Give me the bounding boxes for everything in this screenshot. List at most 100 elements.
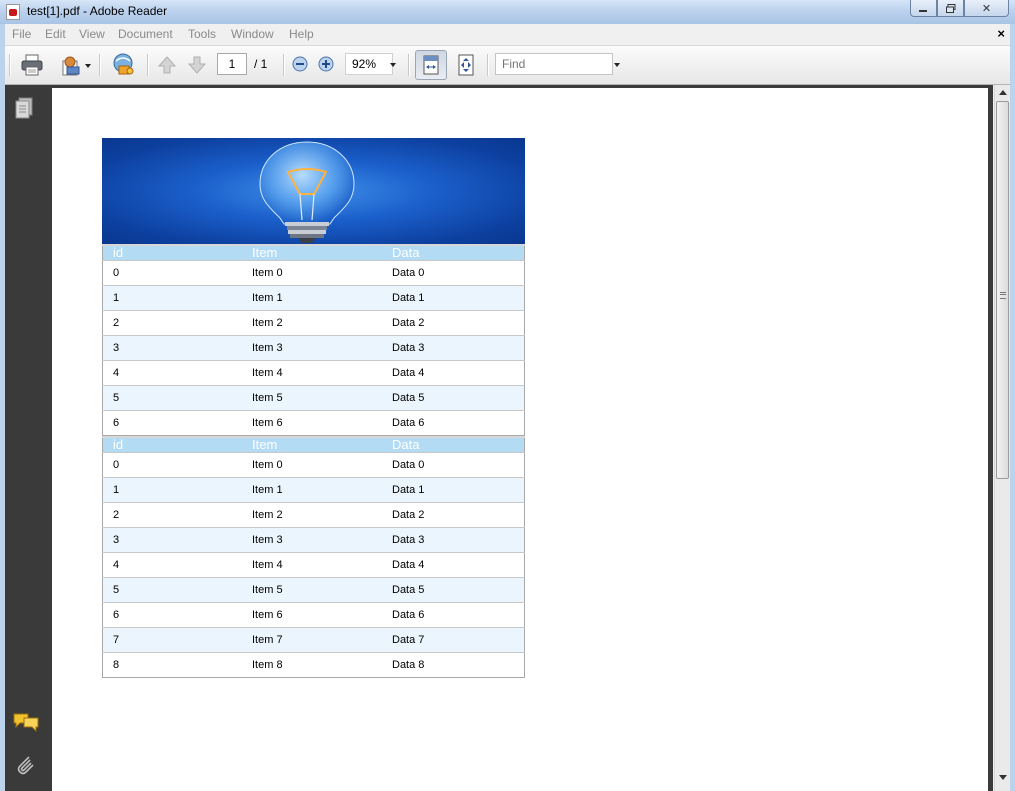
minimize-icon bbox=[919, 9, 927, 12]
scroll-down-arrow-icon[interactable] bbox=[999, 775, 1007, 780]
table-cell: Data 5 bbox=[382, 385, 525, 411]
table-row: 2 Item 2 Data 2 bbox=[102, 502, 525, 528]
toolbar: / 1 bbox=[5, 46, 1010, 85]
table-row: 4 Item 4 Data 4 bbox=[102, 360, 525, 386]
find-input[interactable] bbox=[495, 53, 613, 75]
table-cell: Data 2 bbox=[382, 310, 525, 336]
table-cell: Item 0 bbox=[242, 260, 382, 286]
table-cell: Item 4 bbox=[242, 360, 382, 386]
toolbar-separator bbox=[147, 54, 149, 76]
table-cell: Data 4 bbox=[382, 360, 525, 386]
adobe-pdf-icon bbox=[6, 4, 20, 20]
table-header-row: id Item Data bbox=[102, 244, 525, 261]
table-cell: Item 6 bbox=[242, 602, 382, 628]
table-cell: Item 2 bbox=[242, 502, 382, 528]
table-cell: Item 0 bbox=[242, 452, 382, 478]
table-cell: Item 1 bbox=[242, 285, 382, 311]
vertical-scrollbar[interactable] bbox=[994, 85, 1010, 791]
title-bar: test[1].pdf - Adobe Reader ✕ bbox=[0, 0, 1015, 24]
table-cell: Item 2 bbox=[242, 310, 382, 336]
toolbar-separator bbox=[99, 54, 101, 76]
menu-document[interactable]: Document bbox=[118, 27, 173, 41]
scroll-up-arrow-icon[interactable] bbox=[999, 90, 1007, 95]
table-cell: Data 3 bbox=[382, 335, 525, 361]
document-content: id Item Data 0 Item 0 Data 0 1 Item 1 Data 1 2 Ite… bbox=[102, 138, 525, 678]
table-cell: Item 5 bbox=[242, 385, 382, 411]
table-row: 6 Item 6 Data 6 bbox=[102, 602, 525, 628]
zoom-dropdown-chevron-down-icon[interactable] bbox=[390, 63, 396, 67]
table-row: 5 Item 5 Data 5 bbox=[102, 577, 525, 603]
menu-edit[interactable]: Edit bbox=[45, 27, 66, 41]
menu-view[interactable]: View bbox=[79, 27, 105, 41]
table-cell: 3 bbox=[102, 527, 242, 553]
attachments-button[interactable] bbox=[13, 752, 39, 778]
table-cell: Item 5 bbox=[242, 577, 382, 603]
document-close-button[interactable]: × bbox=[997, 26, 1005, 41]
create-pdf-button[interactable] bbox=[55, 52, 91, 78]
table-cell: 5 bbox=[102, 385, 242, 411]
table-cell: 3 bbox=[102, 335, 242, 361]
minimize-button[interactable] bbox=[910, 0, 937, 17]
next-page-icon bbox=[187, 56, 207, 74]
table-cell: 0 bbox=[102, 452, 242, 478]
comments-icon bbox=[13, 713, 39, 733]
menu-window[interactable]: Window bbox=[231, 27, 274, 41]
data-table-1: id Item Data 0 Item 0 Data 0 1 Item 1 Data 1 2 Ite… bbox=[102, 244, 525, 436]
table-cell: 4 bbox=[102, 552, 242, 578]
collaborate-button[interactable] bbox=[109, 51, 137, 79]
table-header-cell: Data bbox=[382, 244, 525, 261]
table-row: 0 Item 0 Data 0 bbox=[102, 260, 525, 286]
table-row: 3 Item 3 Data 3 bbox=[102, 335, 525, 361]
zoom-out-button[interactable] bbox=[291, 55, 309, 73]
page-number-input[interactable] bbox=[217, 53, 247, 75]
scrollbar-thumb[interactable] bbox=[996, 101, 1009, 479]
table-cell: Data 1 bbox=[382, 477, 525, 503]
table-row: 4 Item 4 Data 4 bbox=[102, 552, 525, 578]
pages-icon bbox=[15, 97, 33, 119]
zoom-in-button[interactable] bbox=[317, 55, 335, 73]
pages-button[interactable] bbox=[14, 97, 36, 123]
table-cell: 8 bbox=[102, 652, 242, 678]
print-button[interactable] bbox=[19, 52, 45, 78]
data-table-2: id Item Data 0 Item 0 Data 0 1 Item 1 Data 1 2 Ite… bbox=[102, 436, 525, 678]
comments-button[interactable] bbox=[12, 712, 40, 733]
table-row: 8 Item 8 Data 8 bbox=[102, 652, 525, 678]
lightbulb-icon bbox=[259, 141, 355, 243]
table-header-cell: id bbox=[102, 244, 242, 261]
table-row: 7 Item 7 Data 7 bbox=[102, 627, 525, 653]
zoom-level-input[interactable] bbox=[345, 53, 393, 75]
print-icon bbox=[21, 54, 43, 76]
maximize-button[interactable] bbox=[937, 0, 964, 17]
next-page-button[interactable] bbox=[185, 53, 209, 77]
table-cell: Data 6 bbox=[382, 602, 525, 628]
fit-page-button[interactable] bbox=[453, 52, 479, 78]
menu-file[interactable]: File bbox=[12, 27, 31, 41]
previous-page-button[interactable] bbox=[155, 53, 179, 77]
window-title: test[1].pdf - Adobe Reader bbox=[27, 4, 168, 18]
fit-width-button[interactable] bbox=[415, 50, 447, 80]
menu-tools[interactable]: Tools bbox=[188, 27, 216, 41]
find-dropdown-chevron-down-icon[interactable] bbox=[614, 63, 620, 67]
window-close-button[interactable]: ✕ bbox=[964, 0, 1009, 17]
table-cell: 1 bbox=[102, 285, 242, 311]
collaborate-icon bbox=[113, 53, 134, 75]
attachments-icon bbox=[17, 756, 34, 775]
table-cell: 6 bbox=[102, 410, 242, 436]
lightbulb-banner-image bbox=[102, 138, 525, 244]
table-row: 1 Item 1 Data 1 bbox=[102, 285, 525, 311]
table-cell: Item 3 bbox=[242, 527, 382, 553]
zoom-in-icon bbox=[318, 56, 334, 72]
table-cell: Data 4 bbox=[382, 552, 525, 578]
table-cell: Data 8 bbox=[382, 652, 525, 678]
table-cell: Data 6 bbox=[382, 410, 525, 436]
close-icon: ✕ bbox=[981, 2, 992, 15]
table-cell: Item 6 bbox=[242, 410, 382, 436]
table-row: 2 Item 2 Data 2 bbox=[102, 310, 525, 336]
table-cell: Data 0 bbox=[382, 260, 525, 286]
table-cell: Data 3 bbox=[382, 527, 525, 553]
table-row: 5 Item 5 Data 5 bbox=[102, 385, 525, 411]
table-cell: Data 7 bbox=[382, 627, 525, 653]
chevron-down-icon bbox=[85, 64, 91, 68]
menu-help[interactable]: Help bbox=[289, 27, 314, 41]
table-cell: 4 bbox=[102, 360, 242, 386]
